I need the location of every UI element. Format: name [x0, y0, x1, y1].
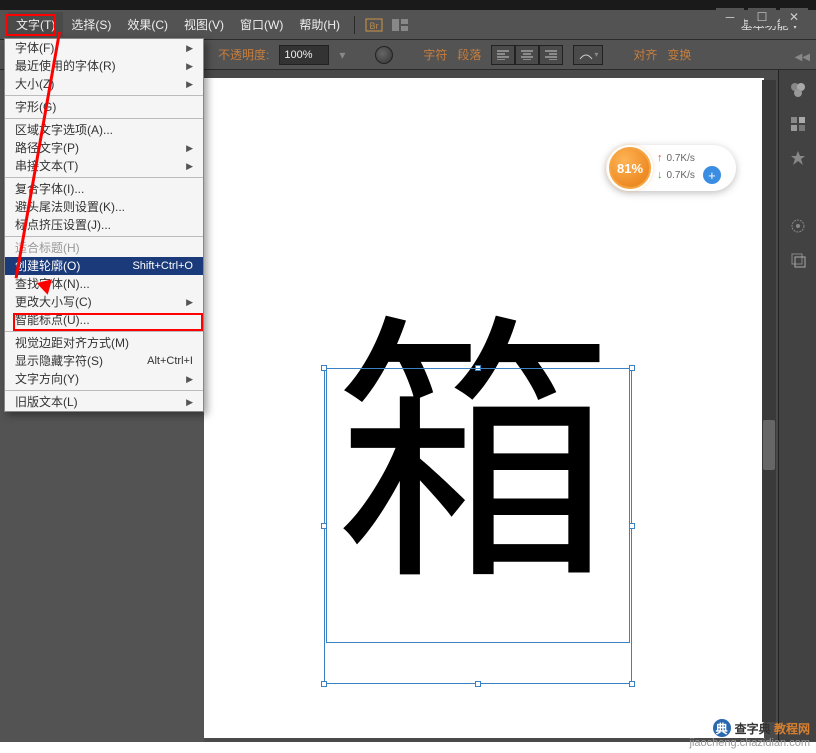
cpu-badge: 81%	[609, 147, 651, 189]
menu-show-hidden-chars[interactable]: 显示隐藏字符(S)Alt+Ctrl+I	[5, 352, 203, 370]
menu-area-type-options[interactable]: 区域文字选项(A)...	[5, 121, 203, 139]
separator	[354, 16, 355, 34]
selection-handle[interactable]	[629, 681, 635, 687]
app-window: ─ ☐ ✕ 文字(T) 选择(S) 效果(C) 视图(V) 窗口(W) 帮助(H…	[0, 0, 816, 742]
opacity-label: 不透明度:	[218, 46, 269, 63]
arrange-icon[interactable]	[387, 14, 413, 36]
minimize-button[interactable]: ─	[716, 8, 744, 26]
menu-recent-fonts[interactable]: 最近使用的字体(R)▶	[5, 57, 203, 75]
layers-panel-icon[interactable]	[783, 246, 813, 274]
upload-icon: ↑	[657, 152, 663, 164]
menu-change-case[interactable]: 更改大小写(C)▶	[5, 293, 203, 311]
titlebar	[0, 0, 816, 10]
menu-view[interactable]: 视图(V)	[176, 12, 232, 37]
menu-window[interactable]: 窗口(W)	[232, 12, 291, 37]
align-panel-link[interactable]: 对齐	[633, 46, 657, 63]
menu-select[interactable]: 选择(S)	[63, 12, 119, 37]
transform-panel-link[interactable]: 变换	[667, 46, 691, 63]
window-controls: ─ ☐ ✕	[716, 8, 808, 26]
align-center-button[interactable]	[515, 45, 539, 65]
menu-create-outlines[interactable]: 创建轮廓(O)Shift+Ctrl+O	[5, 257, 203, 275]
menu-legacy-text[interactable]: 旧版文本(L)▶	[5, 393, 203, 411]
char-panel-link[interactable]: 字符	[423, 46, 447, 63]
menu-smart-punctuation[interactable]: 智能标点(U)...	[5, 311, 203, 329]
menu-fit-headline: 适合标题(H)	[5, 239, 203, 257]
selection-handle[interactable]	[475, 681, 481, 687]
menu-mojikumi[interactable]: 标点挤压设置(J)...	[5, 216, 203, 234]
dropdown-arrow-icon[interactable]: ▾	[339, 48, 345, 62]
menu-help[interactable]: 帮助(H)	[291, 12, 348, 37]
close-button[interactable]: ✕	[780, 8, 808, 26]
menu-divider	[5, 95, 203, 96]
align-left-button[interactable]	[491, 45, 515, 65]
upload-speed: 0.7K/s	[667, 153, 695, 164]
menu-divider	[5, 390, 203, 391]
color-panel-icon[interactable]	[783, 76, 813, 104]
bridge-icon[interactable]: Br	[361, 14, 387, 36]
menu-font[interactable]: 字体(F)▶	[5, 39, 203, 57]
appearance-panel-icon[interactable]	[783, 212, 813, 240]
menu-effect[interactable]: 效果(C)	[119, 12, 176, 37]
menu-text[interactable]: 文字(T)	[8, 12, 63, 37]
menu-divider	[5, 236, 203, 237]
vertical-scrollbar[interactable]	[762, 80, 776, 722]
warp-button[interactable]: ▾	[573, 45, 603, 65]
watermark-logo-icon: 典	[713, 719, 731, 737]
watermark-url: jiaocheng.chazidian.com	[690, 737, 810, 749]
system-monitor-widget[interactable]: 81% ↑ 0.7K/s ↓ 0.7K/s +	[606, 145, 736, 191]
menu-optical-margin[interactable]: 视觉边距对齐方式(M)	[5, 334, 203, 352]
menu-find-font[interactable]: 查找字体(N)...	[5, 275, 203, 293]
collapse-icon[interactable]: ◀◀	[795, 52, 810, 63]
menu-divider	[5, 177, 203, 178]
menu-size[interactable]: 大小(Z)▶	[5, 75, 203, 93]
swatches-panel-icon[interactable]	[783, 110, 813, 138]
menu-composite-fonts[interactable]: 复合字体(I)...	[5, 180, 203, 198]
download-icon: ↓	[657, 169, 663, 181]
menu-type-orientation[interactable]: 文字方向(Y)▶	[5, 370, 203, 388]
menu-glyphs[interactable]: 字形(G)	[5, 98, 203, 116]
align-group	[491, 45, 563, 65]
menu-divider	[5, 331, 203, 332]
text-menu-dropdown: 字体(F)▶ 最近使用的字体(R)▶ 大小(Z)▶ 字形(G) 区域文字选项(A…	[4, 38, 204, 412]
menu-kinsoku[interactable]: 避头尾法则设置(K)...	[5, 198, 203, 216]
scrollbar-thumb[interactable]	[763, 420, 775, 470]
restore-button[interactable]: ☐	[748, 8, 776, 26]
watermark: 典 查字典 教程网 jiaocheng.chazidian.com	[690, 719, 810, 749]
menu-path-type[interactable]: 路径文字(P)▶	[5, 139, 203, 157]
text-frame-box	[326, 368, 630, 643]
menubar: 文字(T) 选择(S) 效果(C) 视图(V) 窗口(W) 帮助(H) Br 基…	[0, 10, 816, 40]
expand-button[interactable]: +	[703, 166, 721, 184]
style-knob[interactable]	[375, 46, 393, 64]
svg-text:Br: Br	[370, 21, 379, 31]
net-stats: ↑ 0.7K/s ↓ 0.7K/s +	[657, 152, 721, 184]
selection-handle[interactable]	[321, 681, 327, 687]
menu-threaded-text[interactable]: 串接文本(T)▶	[5, 157, 203, 175]
align-right-button[interactable]	[539, 45, 563, 65]
download-speed: 0.7K/s	[667, 170, 695, 181]
para-panel-link[interactable]: 段落	[457, 46, 481, 63]
right-panel-rail	[778, 70, 816, 742]
symbols-panel-icon[interactable]	[783, 144, 813, 172]
watermark-brand: 查字典 教程网	[735, 720, 810, 737]
menu-divider	[5, 118, 203, 119]
opacity-input[interactable]	[279, 45, 329, 65]
